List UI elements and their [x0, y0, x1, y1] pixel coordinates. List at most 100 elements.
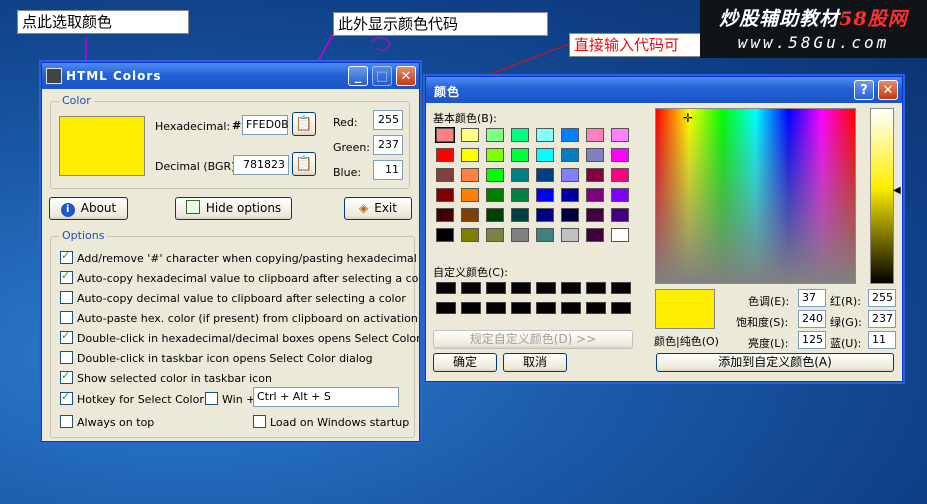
basic-color-swatch[interactable]: [536, 208, 554, 222]
basic-color-swatch[interactable]: [586, 168, 604, 182]
basic-color-swatch[interactable]: [461, 148, 479, 162]
hotkey-option[interactable]: Hotkey for Select Color:: [60, 390, 207, 406]
custom-color-swatch[interactable]: [461, 302, 481, 314]
basic-color-swatch[interactable]: [486, 188, 504, 202]
basic-color-swatch[interactable]: [561, 148, 579, 162]
decimal-copy-button[interactable]: 📋: [292, 152, 316, 176]
hotkey-input[interactable]: Ctrl + Alt + S: [253, 387, 399, 407]
custom-color-swatch[interactable]: [611, 302, 631, 314]
dialog-close-button[interactable]: ✕: [878, 80, 898, 100]
option-1[interactable]: Auto-copy hexadecimal value to clipboard…: [60, 269, 419, 285]
option-checkbox[interactable]: [60, 329, 73, 344]
color-spectrum[interactable]: ✛: [655, 108, 856, 284]
basic-color-swatch[interactable]: [586, 148, 604, 162]
blue-input[interactable]: 11: [373, 160, 403, 180]
color-swatch[interactable]: [59, 116, 145, 176]
custom-color-swatch[interactable]: [486, 302, 506, 314]
basic-color-swatch[interactable]: [536, 228, 554, 242]
always-on-top-checkbox[interactable]: [60, 415, 73, 428]
close-button[interactable]: ✕: [396, 66, 416, 86]
option-0[interactable]: Add/remove '#' character when copying/pa…: [60, 249, 419, 265]
cancel-button[interactable]: 取消: [503, 353, 567, 372]
luminance-slider[interactable]: [870, 108, 894, 284]
basic-color-swatch[interactable]: [561, 128, 579, 142]
help-button[interactable]: ?: [854, 80, 874, 100]
color-dialog-titlebar[interactable]: 颜色 ? ✕: [426, 77, 902, 103]
basic-color-swatch[interactable]: [536, 148, 554, 162]
about-button[interactable]: i About: [49, 197, 128, 220]
green-input[interactable]: 237: [373, 135, 403, 155]
basic-color-swatch[interactable]: [486, 128, 504, 142]
basic-color-swatch[interactable]: [586, 188, 604, 202]
basic-color-swatch[interactable]: [436, 208, 454, 222]
basic-color-swatch[interactable]: [461, 168, 479, 182]
red-input[interactable]: 255: [373, 110, 403, 130]
option-checkbox[interactable]: [60, 291, 73, 304]
basic-color-swatch[interactable]: [486, 208, 504, 222]
basic-color-swatch[interactable]: [561, 228, 579, 242]
basic-color-swatch[interactable]: [536, 168, 554, 182]
basic-color-swatch[interactable]: [461, 208, 479, 222]
basic-color-swatch[interactable]: [461, 188, 479, 202]
hex-copy-button[interactable]: 📋: [292, 112, 316, 136]
dialog-red-input[interactable]: 255: [868, 289, 896, 307]
exit-button[interactable]: ◈ Exit: [344, 197, 412, 220]
custom-color-swatch[interactable]: [511, 282, 531, 294]
option-2[interactable]: Auto-copy decimal value to clipboard aft…: [60, 291, 406, 305]
hex-input[interactable]: FFED0B: [242, 115, 289, 135]
option-4[interactable]: Double-click in hexadecimal/decimal boxe…: [60, 329, 419, 345]
custom-color-swatch[interactable]: [586, 302, 606, 314]
basic-color-swatch[interactable]: [461, 228, 479, 242]
basic-color-swatch[interactable]: [436, 148, 454, 162]
custom-color-swatch[interactable]: [436, 302, 456, 314]
ok-button[interactable]: 确定: [433, 353, 497, 372]
custom-color-swatch[interactable]: [561, 282, 581, 294]
minimize-button[interactable]: _: [348, 66, 368, 86]
luminance-arrow-icon[interactable]: ◀: [893, 185, 901, 196]
hue-input[interactable]: 37: [798, 289, 826, 307]
custom-color-swatch[interactable]: [436, 282, 456, 294]
basic-color-swatch[interactable]: [436, 168, 454, 182]
option-6[interactable]: Show selected color in taskbar icon: [60, 369, 272, 385]
saturation-input[interactable]: 240: [798, 310, 826, 328]
basic-color-swatch[interactable]: [611, 168, 629, 182]
basic-color-swatch[interactable]: [436, 188, 454, 202]
basic-color-swatch[interactable]: [561, 208, 579, 222]
custom-color-swatch[interactable]: [611, 282, 631, 294]
option-checkbox[interactable]: [60, 311, 73, 324]
basic-color-swatch[interactable]: [511, 148, 529, 162]
hide-options-button[interactable]: Hide options: [175, 197, 292, 220]
basic-color-swatch[interactable]: [511, 168, 529, 182]
basic-color-swatch[interactable]: [586, 208, 604, 222]
basic-color-swatch[interactable]: [461, 128, 479, 142]
basic-color-swatch[interactable]: [536, 188, 554, 202]
load-startup-option[interactable]: Load on Windows startup: [253, 415, 409, 429]
basic-color-swatch[interactable]: [611, 208, 629, 222]
color-solid-label[interactable]: 颜色|纯色(O): [654, 333, 719, 349]
option-5[interactable]: Double-click in taskbar icon opens Selec…: [60, 351, 373, 365]
custom-color-swatch[interactable]: [586, 282, 606, 294]
basic-color-swatch[interactable]: [486, 168, 504, 182]
option-checkbox[interactable]: [60, 369, 73, 384]
custom-color-swatch[interactable]: [561, 302, 581, 314]
basic-color-swatch[interactable]: [611, 148, 629, 162]
hotkey-checkbox[interactable]: [60, 390, 73, 405]
basic-color-swatch[interactable]: [511, 228, 529, 242]
basic-color-swatch[interactable]: [561, 188, 579, 202]
basic-color-swatch[interactable]: [586, 228, 604, 242]
html-colors-titlebar[interactable]: HTML Colors _ □ ✕: [42, 63, 419, 89]
custom-color-swatch[interactable]: [461, 282, 481, 294]
basic-color-swatch[interactable]: [611, 228, 629, 242]
dialog-green-input[interactable]: 237: [868, 310, 896, 328]
option-checkbox[interactable]: [60, 351, 73, 364]
win-key-checkbox[interactable]: [205, 392, 218, 405]
option-checkbox[interactable]: [60, 269, 73, 284]
basic-color-swatch[interactable]: [511, 188, 529, 202]
option-3[interactable]: Auto-paste hex. color (if present) from …: [60, 311, 418, 325]
basic-color-swatch[interactable]: [586, 128, 604, 142]
basic-color-swatch[interactable]: [435, 127, 455, 143]
always-on-top-option[interactable]: Always on top: [60, 415, 154, 429]
basic-color-swatch[interactable]: [511, 208, 529, 222]
basic-color-swatch[interactable]: [511, 128, 529, 142]
basic-color-swatch[interactable]: [611, 188, 629, 202]
